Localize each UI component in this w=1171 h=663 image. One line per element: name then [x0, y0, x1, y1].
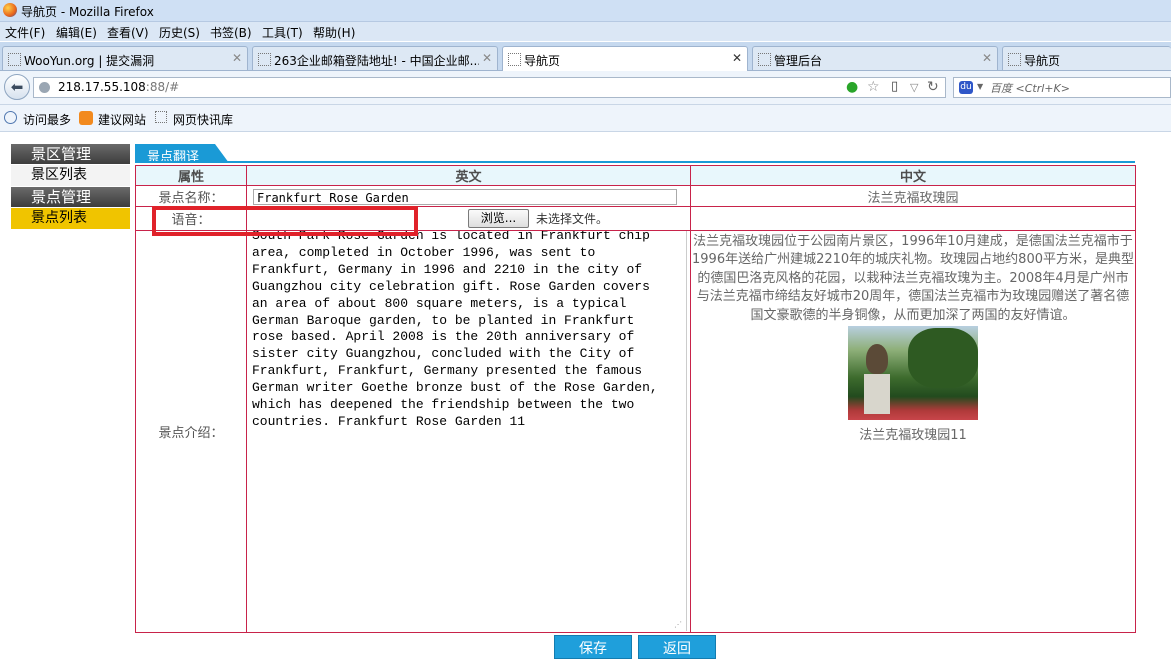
sidebar-item-scenic-spot-list[interactable]: 景点列表	[11, 208, 130, 229]
search-placeholder: 百度 <Ctrl+K>	[990, 82, 1070, 95]
back-button[interactable]: ⬅	[4, 74, 30, 100]
dropdown-icon[interactable]: ▽	[910, 81, 918, 94]
return-button[interactable]: 返回	[638, 635, 716, 659]
address-bar[interactable]: 218.17.55.108:88/# ● ☆ ▯ ▽ ↻	[33, 77, 946, 98]
menu-view[interactable]: 查看(V)	[107, 24, 149, 41]
bookmark-most-visited[interactable]: 访问最多	[23, 111, 71, 128]
header-chinese: 中文	[690, 165, 1136, 186]
mobile-icon[interactable]: ▯	[891, 79, 898, 94]
intro-label: 景点介绍：	[135, 230, 247, 633]
bookmark-star-icon[interactable]: ☆	[867, 79, 880, 95]
tab-label: 管理后台	[774, 54, 823, 68]
sidebar-section-scenic-area-management[interactable]: 景区管理	[11, 144, 130, 164]
header-attribute: 属性	[135, 165, 247, 186]
page-icon	[258, 53, 271, 66]
intro-en-text: South Park Rose Garden is located in Fra…	[252, 231, 658, 429]
search-engine-dropdown-icon[interactable]: ▼	[977, 82, 983, 91]
intro-zh-text: 法兰克福玫瑰园位于公园南片景区，1996年10月建成，是德国法兰克福市于1996…	[692, 234, 1134, 323]
audio-zh-cell	[690, 206, 1136, 231]
table-header-row: 属性 英文 中文	[135, 165, 1136, 186]
menu-file[interactable]: 文件(F)	[5, 24, 45, 41]
tab-nav-page-active[interactable]: 导航页 ✕	[502, 46, 748, 71]
close-icon[interactable]: ✕	[482, 51, 492, 65]
search-bar[interactable]: du ▼ 百度 <Ctrl+K>	[953, 77, 1171, 98]
web-slice-icon	[155, 111, 167, 123]
name-label: 景点名称：	[135, 185, 247, 207]
photo-caption: 法兰克福玫瑰园11	[859, 428, 967, 444]
translation-table: 属性 英文 中文 景点名称： Frankfurt Rose Garden 法兰克…	[135, 165, 1136, 633]
audio-file-cell: 浏览... 未选择文件。	[246, 206, 691, 231]
intro-en-textarea[interactable]: South Park Rose Garden is located in Fra…	[247, 231, 687, 631]
tab-263-mail[interactable]: 263企业邮箱登陆地址! - 中国企业邮... ✕	[252, 46, 498, 70]
menu-history[interactable]: 历史(S)	[159, 24, 200, 41]
tab-label: 导航页	[1024, 54, 1061, 68]
most-visited-icon	[4, 111, 17, 124]
firefox-logo-icon	[3, 3, 17, 17]
name-zh-value: 法兰克福玫瑰园	[690, 185, 1136, 207]
tab-strip: WooYun.org | 提交漏洞 ✕ 263企业邮箱登陆地址! - 中国企业邮…	[0, 42, 1171, 71]
page-icon	[8, 53, 21, 66]
no-file-selected-text: 未选择文件。	[536, 212, 609, 226]
table-row-audio: 语音： 浏览... 未选择文件。	[135, 206, 1136, 231]
window-titlebar: 导航页 - Mozilla Firefox	[0, 0, 1171, 22]
menu-edit[interactable]: 编辑(E)	[56, 24, 97, 41]
tab-label: 导航页	[524, 54, 561, 68]
sidebar-section-scenic-spot-management[interactable]: 景点管理	[11, 187, 130, 207]
back-arrow-icon: ⬅	[10, 78, 24, 96]
tab-admin[interactable]: 管理后台 ✕	[752, 46, 998, 70]
page-content: 景区管理 景区列表 景点管理 景点列表 景点翻译 属性 英文 中文 景点名称： …	[0, 132, 1171, 663]
sidebar-item-scenic-area-list[interactable]: 景区列表	[11, 165, 130, 186]
resize-grip-icon[interactable]: ⋰	[674, 620, 682, 629]
tab-wooyun[interactable]: WooYun.org | 提交漏洞 ✕	[2, 46, 248, 70]
intro-zh-cell: 法兰克福玫瑰园位于公园南片景区，1996年10月建成，是德国法兰克福市于1996…	[690, 230, 1136, 633]
site-identity-icon	[39, 82, 50, 93]
tab-label: 263企业邮箱登陆地址! - 中国企业邮...	[274, 54, 479, 68]
close-icon[interactable]: ✕	[732, 51, 742, 65]
go-icon[interactable]: ●	[846, 79, 858, 95]
name-en-input[interactable]: Frankfurt Rose Garden	[253, 188, 677, 205]
sidebar: 景区管理 景区列表 景点管理 景点列表	[11, 144, 130, 230]
tab-nav-page-2[interactable]: 导航页	[1002, 46, 1171, 70]
audio-label: 语音：	[135, 206, 247, 231]
menu-tools[interactable]: 工具(T)	[262, 24, 303, 41]
panel-tab-underline	[135, 161, 1135, 163]
navigation-toolbar: ⬅ 218.17.55.108:88/# ● ☆ ▯ ▽ ↻ du ▼ 百度 <…	[0, 71, 1171, 105]
menu-bookmarks[interactable]: 书签(B)	[210, 24, 252, 41]
suggested-sites-icon	[79, 111, 93, 125]
close-icon[interactable]: ✕	[982, 51, 992, 65]
intro-en-cell: South Park Rose Garden is located in Fra…	[246, 230, 691, 633]
menu-help[interactable]: 帮助(H)	[313, 24, 355, 41]
bookmark-suggested-sites[interactable]: 建议网站	[98, 111, 146, 128]
bookmark-web-slice-gallery[interactable]: 网页快讯库	[173, 111, 233, 128]
browse-button[interactable]: 浏览...	[468, 209, 529, 228]
bookmarks-toolbar: 访问最多 建议网站 网页快讯库	[0, 105, 1171, 132]
table-row-intro: 景点介绍： South Park Rose Garden is located …	[135, 230, 1136, 633]
url-text: 218.17.55.108:88/#	[58, 80, 179, 94]
reload-icon[interactable]: ↻	[927, 79, 939, 95]
header-english: 英文	[246, 165, 691, 186]
url-host: 218.17.55.108	[58, 80, 146, 94]
tab-label: WooYun.org | 提交漏洞	[24, 54, 155, 68]
goethe-bust-photo	[848, 326, 978, 421]
table-row-name: 景点名称： Frankfurt Rose Garden 法兰克福玫瑰园	[135, 185, 1136, 207]
menu-bar: 文件(F) 编辑(E) 查看(V) 历史(S) 书签(B) 工具(T) 帮助(H…	[0, 22, 1171, 41]
page-icon	[508, 53, 521, 66]
page-icon	[758, 53, 771, 66]
window-title: 导航页 - Mozilla Firefox	[21, 5, 154, 19]
url-rest: :88/#	[145, 80, 180, 94]
page-icon	[1008, 53, 1021, 66]
baidu-icon: du	[959, 81, 973, 94]
save-button[interactable]: 保存	[554, 635, 632, 659]
close-icon[interactable]: ✕	[232, 51, 242, 65]
